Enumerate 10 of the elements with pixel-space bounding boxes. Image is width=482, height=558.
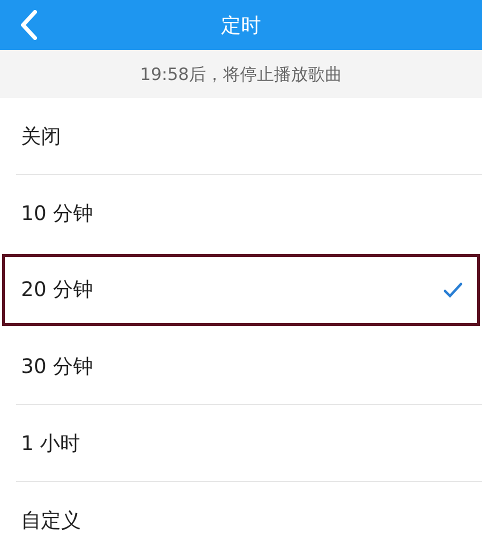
timer-option[interactable]: 1 小时 (2, 407, 480, 479)
timer-option[interactable]: 20 分钟 (2, 254, 480, 326)
timer-option[interactable]: 关闭 (2, 100, 480, 172)
timer-option[interactable]: 30 分钟 (2, 330, 480, 402)
timer-option[interactable]: 自定义 (2, 484, 480, 556)
timer-notice: 19:58后，将停止播放歌曲 (0, 50, 482, 98)
timer-option[interactable]: 10 分钟 (2, 177, 480, 249)
checkmark-icon (443, 282, 463, 298)
screen-title: 定时 (221, 12, 261, 38)
back-icon (19, 10, 39, 40)
